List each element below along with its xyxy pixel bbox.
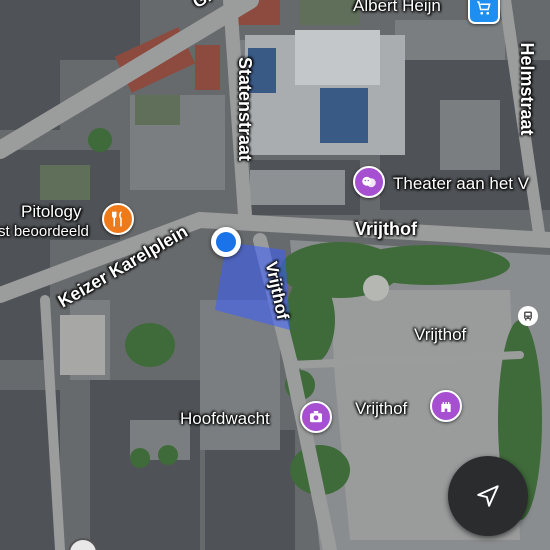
map-view[interactable]: Albert Heijn Gr Statenstraat Helmstraat …	[0, 0, 550, 550]
museum-icon[interactable]	[300, 401, 332, 433]
restaurant-icon[interactable]	[102, 203, 134, 235]
pitology-label[interactable]: Pitology	[21, 203, 81, 220]
bus-stop-icon[interactable]	[518, 306, 538, 326]
hoofdwacht-label[interactable]: Hoofdwacht	[180, 410, 270, 427]
castle-icon[interactable]	[430, 390, 462, 422]
street-label-vrijthof: Vrijthof	[355, 219, 417, 239]
my-location-dot	[211, 227, 241, 257]
theater-masks-icon[interactable]	[353, 166, 385, 198]
shopping-cart-icon[interactable]	[468, 0, 500, 24]
theater-label[interactable]: Theater aan het V	[393, 175, 529, 192]
vrijthof-area-label[interactable]: Vrijthof	[414, 326, 466, 343]
street-label-statenstraat: Statenstraat	[235, 56, 255, 162]
navigation-arrow-icon	[477, 485, 499, 507]
pitology-rating-label: st beoordeeld	[0, 223, 89, 240]
street-label-helmstraat: Helmstraat	[517, 42, 537, 136]
vrijthof-poi-label[interactable]: Vrijthof	[355, 400, 407, 417]
navigation-button[interactable]	[448, 456, 528, 536]
albert-heijn-label[interactable]: Albert Heijn	[353, 0, 441, 14]
